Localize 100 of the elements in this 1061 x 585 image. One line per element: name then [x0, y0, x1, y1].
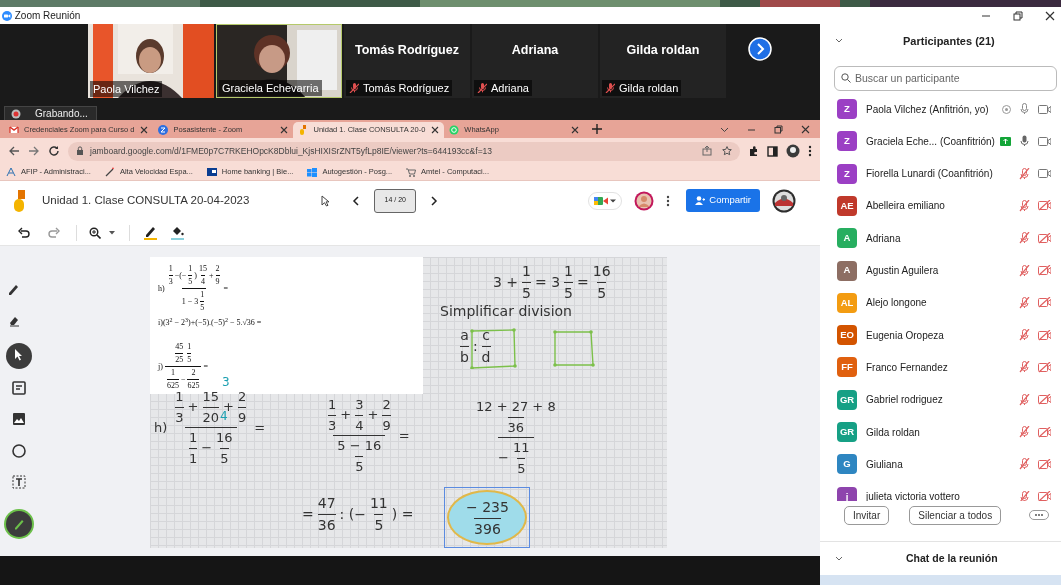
participant-name: Paola Vilchez [93, 82, 160, 95]
avatar: AL [837, 292, 857, 313]
user-avatar-icon[interactable] [772, 188, 797, 213]
participant-name: Paola Vilchez (Anfitrión, yo) [866, 102, 989, 117]
participant-name: Gilda roldan [619, 80, 679, 96]
caret-icon[interactable] [109, 230, 115, 235]
wand-icon [104, 167, 115, 177]
close-icon[interactable] [1045, 10, 1055, 21]
avatar: GR [837, 389, 857, 410]
chat-title: Chat de la reunión [906, 550, 998, 566]
handwritten-math: 4 [220, 409, 228, 425]
participant-name: Tomás Rodríguez [363, 80, 450, 96]
more-icon[interactable] [808, 145, 812, 157]
close-icon[interactable] [280, 126, 289, 134]
rectangle-drawing [468, 327, 518, 369]
share-button[interactable]: Compartir [686, 189, 761, 212]
avatar: A [837, 228, 857, 249]
more-icon [1034, 513, 1044, 518]
participant-name: Graciela Eche... (Coanfitrión) [866, 134, 995, 149]
reload-icon[interactable] [48, 145, 60, 157]
window-title: Zoom Reunión [14, 9, 81, 23]
participant-name: Gilda roldan [625, 42, 701, 59]
cursor-icon [321, 194, 331, 207]
avatar: GR [837, 422, 857, 443]
recording-label: Grabando... [35, 107, 88, 121]
lock-icon [76, 146, 84, 156]
more-icon[interactable] [666, 194, 671, 207]
panel-title: Participantes (21) [903, 33, 995, 49]
math-expression: i)(3$^{2}$ − 2$^{3}$)+(−5).(−5)$^{2}$ − 5.√36 = [158, 317, 262, 329]
participant-name: Graciela Echevarria [222, 81, 319, 94]
previous-icon[interactable] [352, 195, 361, 206]
participant-name: Eugenia Oropeza [866, 328, 944, 343]
mail-icon [9, 125, 19, 135]
next-page-icon[interactable] [748, 37, 772, 61]
collapse-icon[interactable] [835, 555, 843, 562]
avatar: G [837, 454, 857, 475]
forward-icon[interactable] [28, 145, 40, 157]
caret-icon[interactable] [720, 125, 729, 134]
fill-icon[interactable] [171, 225, 184, 240]
participant-name: Gilda roldan [866, 425, 920, 440]
side-panel-icon[interactable] [767, 145, 778, 157]
close-icon[interactable] [571, 126, 580, 134]
close-icon[interactable] [431, 126, 440, 134]
extensions-icon[interactable] [748, 145, 759, 157]
avatar: Z [837, 99, 857, 120]
cart-icon [406, 167, 417, 177]
avatar-icon[interactable] [634, 190, 655, 211]
participant-name: Adriana [866, 231, 901, 246]
board-title: Unidad 1. Clase CONSULTA 20-04-2023 [42, 192, 250, 208]
jamboard-logo-icon [12, 189, 26, 212]
new-tab-icon[interactable] [592, 124, 603, 134]
handwritten-math: Simplificar division [440, 302, 572, 321]
participant-name: Alejo longone [866, 296, 927, 311]
handwritten-math: − 235 396 [462, 497, 513, 540]
bank-icon [206, 167, 217, 177]
panel-button[interactable]: Invitar [844, 505, 890, 525]
close-icon[interactable] [140, 126, 149, 134]
avatar: j [837, 486, 857, 502]
pen-icon[interactable] [144, 225, 157, 240]
next-icon[interactable] [430, 195, 439, 206]
person-add-icon [695, 196, 706, 205]
video-camera-icon [594, 195, 609, 206]
restore-icon[interactable] [1013, 10, 1023, 21]
participant-name: Fiorella Lunardi (Coanfitrión) [866, 167, 993, 182]
participant-name: Adriana [491, 80, 529, 96]
participant-name: Gabriel rodriguez [866, 393, 943, 408]
chat-icon [449, 125, 460, 135]
close-icon[interactable] [801, 125, 810, 134]
participant-name: Agustin Aguilera [866, 264, 939, 279]
windows-icon [307, 167, 318, 177]
profile-icon[interactable] [786, 144, 800, 158]
participant-name: Franco Fernandez [866, 360, 948, 375]
zoom-in-icon[interactable] [89, 226, 101, 239]
back-icon[interactable] [8, 145, 20, 157]
participant-name: Adriana [510, 42, 560, 59]
undo-icon[interactable] [18, 226, 30, 239]
share-icon[interactable] [702, 146, 712, 156]
search-icon [841, 73, 851, 84]
record-icon [11, 108, 21, 119]
participant-name: Giuliana [866, 457, 903, 472]
participant-name: Tomás Rodríguez [354, 42, 460, 59]
participant-name: Abelleira emiliano [866, 199, 945, 214]
restore-icon[interactable] [774, 125, 783, 134]
collapse-icon[interactable] [835, 37, 843, 44]
search-field[interactable]: Buscar un participante [834, 65, 1057, 91]
redo-icon[interactable] [48, 226, 60, 239]
avatar: Z [837, 131, 857, 152]
address-bar[interactable]: jamboard.google.com/d/1FME0p7C7RKEHOpcK8Dblui_KjsHIXISrZNT5yfLp8IE/viewer?ts=644193cc&f=13 [68, 141, 740, 161]
caret-icon [610, 197, 617, 204]
handwritten-math: 3 [222, 374, 230, 391]
more-button[interactable] [1029, 510, 1049, 521]
jamboard-icon [298, 125, 309, 135]
panel-button[interactable]: Silenciar a todos [909, 505, 1002, 525]
avatar: Z [837, 163, 857, 184]
avatar: EO [837, 325, 857, 346]
avatar: AE [837, 195, 857, 216]
avatar: FF [837, 357, 857, 378]
avatar: A [837, 260, 857, 281]
star-icon[interactable] [722, 146, 732, 156]
arch-icon [6, 167, 16, 177]
